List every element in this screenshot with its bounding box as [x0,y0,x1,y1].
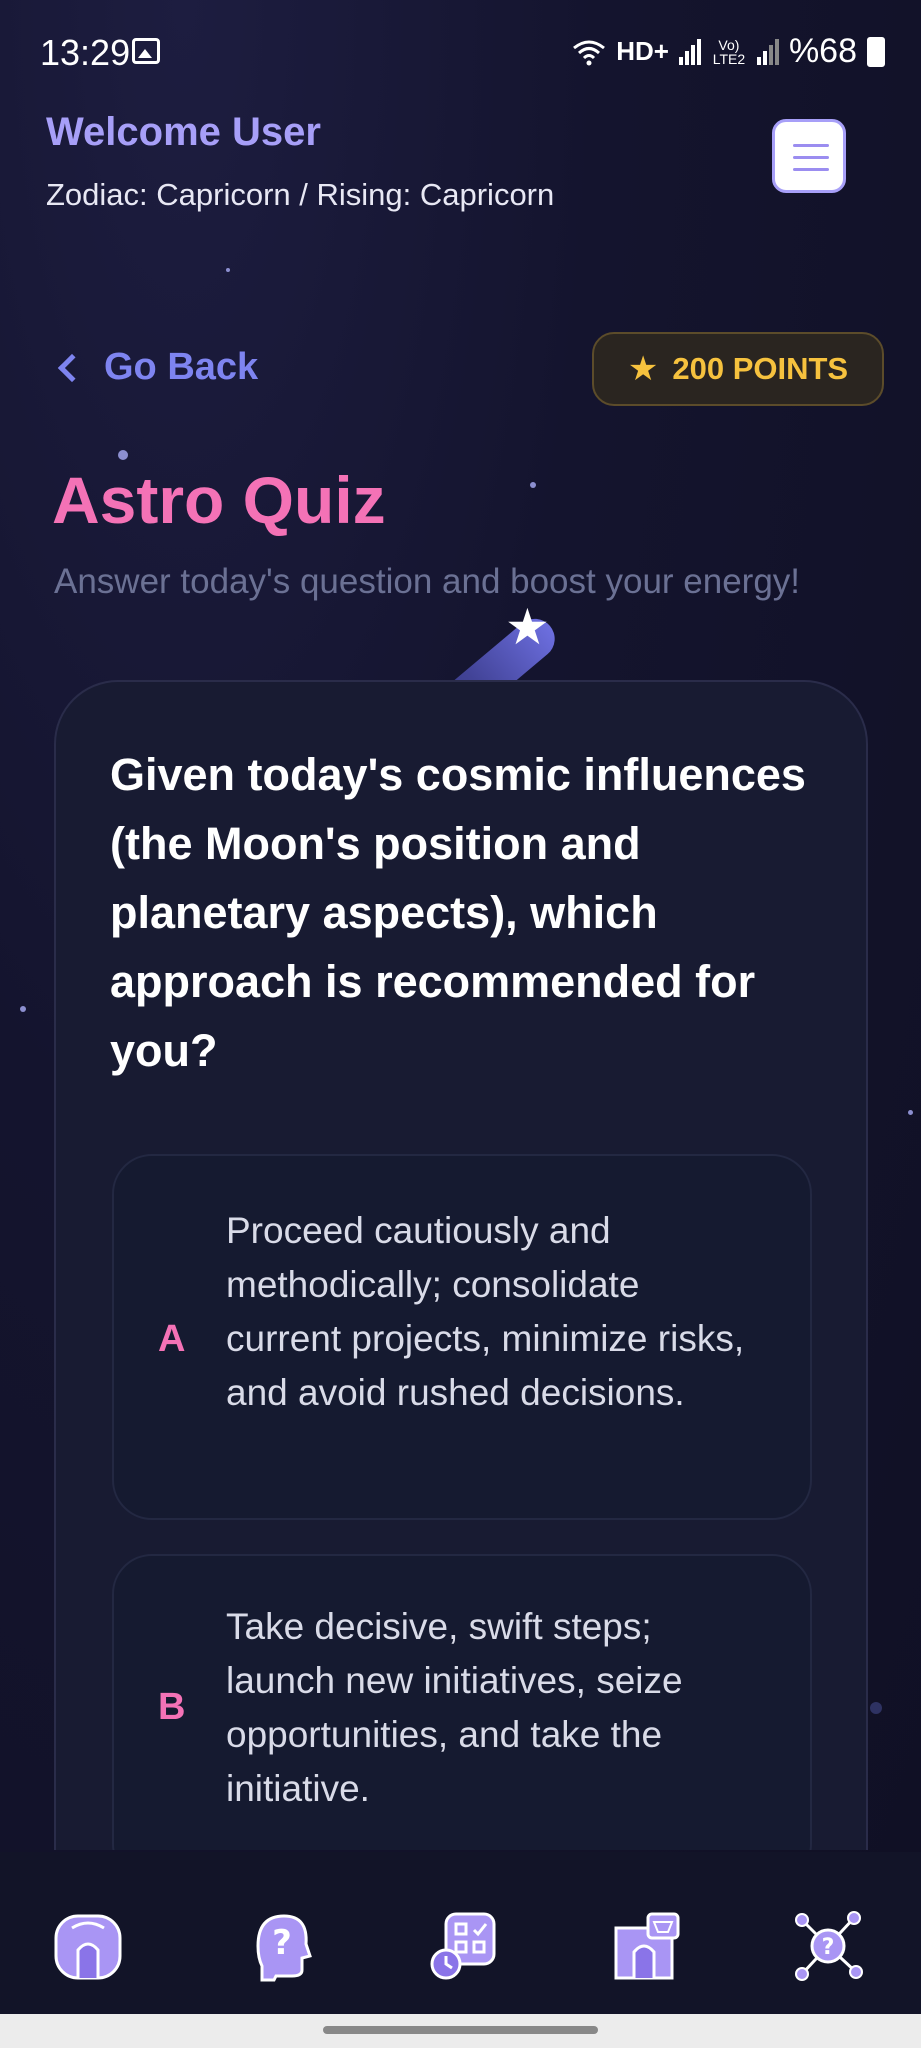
page-title: Astro Quiz [52,463,386,537]
signal-icon [678,38,701,65]
hamburger-menu-icon [793,156,829,159]
network-type: HD+ [616,36,669,66]
lte-label: Vo) LTE2 [712,36,746,67]
option-letter: B [158,1686,186,1728]
go-back-label: Go Back [104,346,259,388]
quiz-card: Given today's cosmic influences (the Moo… [54,680,868,1850]
background-star [118,450,128,460]
tasks-icon[interactable] [426,1910,498,1982]
menu-button[interactable] [772,119,846,193]
hamburger-menu-icon [793,144,829,147]
page-subtitle: Answer today's question and boost your e… [54,562,801,601]
signal-icon-2 [756,38,779,65]
home-icon[interactable] [52,1910,124,1982]
background-star [870,1702,882,1714]
shooting-star-icon: ★ [627,350,659,388]
svg-text:?: ? [272,1923,292,1963]
gallery-notification-icon [132,38,160,64]
status-right: HD+ Vo) LTE2 %68 [572,32,885,71]
svg-text:?: ? [822,1935,835,1960]
network-icon[interactable]: ? [792,1910,864,1982]
hamburger-menu-icon [793,168,829,171]
quiz-question: Given today's cosmic influences (the Moo… [110,749,806,1076]
quiz-help-icon[interactable]: ? [244,1910,316,1982]
chevron-left-icon [57,353,87,382]
quiz-option-b[interactable]: B Take decisive, swift steps; launch new… [112,1554,812,1850]
quiz-option-a[interactable]: A Proceed cautiously and methodically; c… [112,1154,812,1520]
status-time: 13:29 [40,32,131,73]
go-back-button[interactable]: Go Back [54,346,258,389]
battery-icon [867,36,885,67]
option-text: Take decisive, swift steps; launch new i… [226,1606,683,1809]
zodiac-info: Zodiac: Capricorn / Rising: Capricorn [46,177,555,212]
background-star [226,268,230,272]
home-gesture-pill[interactable] [323,2026,598,2034]
shooting-star-icon: ★ [505,599,550,655]
option-letter: A [158,1318,186,1360]
bottom-navigation: ? ? [0,1852,921,2014]
wifi-icon [573,40,606,65]
background-star [908,1110,913,1115]
option-text: Proceed cautiously and methodically; con… [226,1210,745,1413]
points-badge: ★ 200 POINTS [592,332,884,406]
status-bar: 13:29 HD+ Vo) LTE2 %68 [0,0,921,104]
background-star [530,482,536,488]
background-star [20,1006,26,1012]
points-label: 200 POINTS [672,351,849,386]
welcome-title: Welcome User [46,110,321,154]
battery-percent: %68 [788,32,857,70]
shop-icon[interactable] [610,1910,682,1982]
system-navigation-bar [0,2014,921,2048]
